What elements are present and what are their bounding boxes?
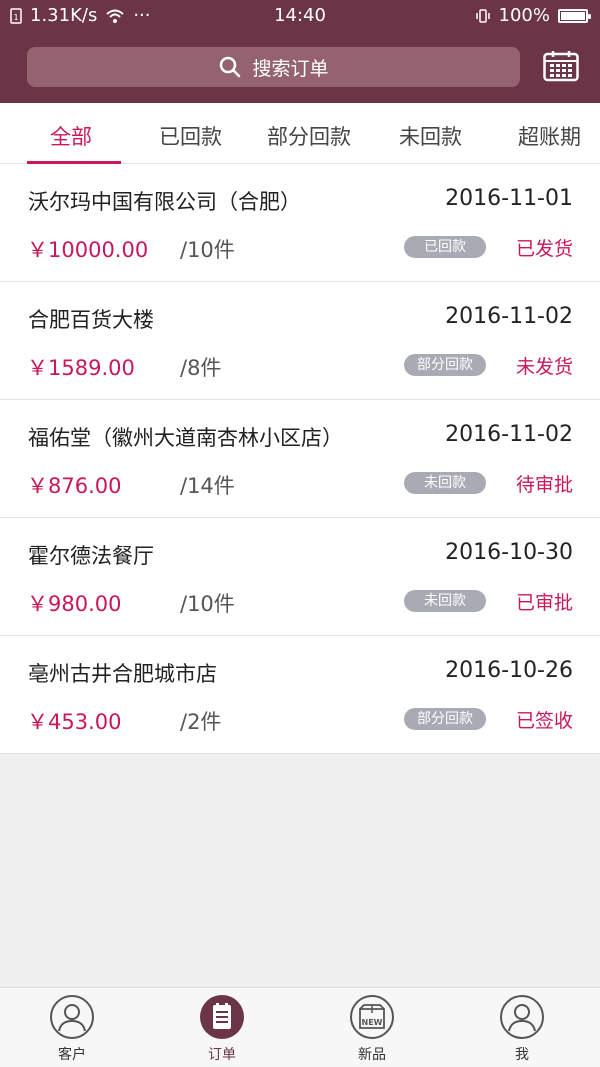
payment-badge: 未回款	[404, 590, 486, 612]
order-icon	[200, 995, 244, 1039]
customer-name: 亳州古井合肥城市店	[28, 662, 217, 686]
order-amount: ￥980.00	[27, 592, 122, 616]
order-amount: ￥453.00	[27, 710, 122, 734]
vibrate-icon	[475, 8, 490, 23]
order-status: 未发货	[515, 356, 573, 378]
order-item[interactable]: 合肥百货大楼 2016-11-02 ￥1589.00 /8件 部分回款 未发货	[0, 282, 600, 400]
tab-all[interactable]: 全部	[50, 121, 92, 151]
order-amount: ￥10000.00	[27, 238, 149, 262]
order-date: 2016-11-02	[445, 304, 573, 329]
tab-paid[interactable]: 已回款	[159, 121, 222, 151]
nav-customer-label: 客户	[58, 1047, 86, 1063]
payment-badge: 部分回款	[404, 354, 486, 376]
status-bar: 1 1.31K/s ··· 14:40 100%	[0, 0, 600, 32]
tab-overdue[interactable]: 超账期	[518, 121, 581, 151]
nav-new-products[interactable]: NEW 新品	[332, 994, 412, 1064]
customer-name: 沃尔玛中国有限公司（合肥）	[28, 190, 301, 214]
order-item[interactable]: 福佑堂（徽州大道南杏林小区店） 2016-11-02 ￥876.00 /14件 …	[0, 400, 600, 518]
tab-partially-paid[interactable]: 部分回款	[267, 121, 351, 151]
order-item[interactable]: 沃尔玛中国有限公司（合肥） 2016-11-01 ￥10000.00 /10件 …	[0, 164, 600, 282]
nav-profile[interactable]: 我	[482, 994, 562, 1064]
order-status: 已签收	[515, 710, 573, 732]
svg-text:NEW: NEW	[362, 1018, 383, 1027]
tab-unpaid[interactable]: 未回款	[399, 121, 462, 151]
payment-badge: 已回款	[404, 236, 486, 258]
order-quantity: /10件	[180, 592, 235, 616]
search-placeholder: 搜索订单	[252, 57, 329, 80]
filter-tabs: 全部 已回款 部分回款 未回款 超账期	[0, 103, 600, 164]
order-date: 2016-10-30	[445, 540, 573, 565]
calendar-icon[interactable]	[543, 50, 579, 82]
order-date: 2016-11-01	[445, 186, 573, 211]
order-status: 已审批	[515, 592, 573, 614]
nav-customer[interactable]: 客户	[32, 994, 112, 1064]
bottom-nav: 客户 订单 NEW 新品 我	[0, 987, 600, 1067]
order-item[interactable]: 亳州古井合肥城市店 2016-10-26 ￥453.00 /2件 部分回款 已签…	[0, 636, 600, 754]
battery-level: 100%	[498, 5, 550, 26]
order-quantity: /8件	[180, 356, 222, 380]
payment-badge: 部分回款	[404, 708, 486, 730]
search-bar[interactable]: 搜索订单	[27, 47, 520, 87]
new-product-icon: NEW	[350, 995, 394, 1039]
order-list: 沃尔玛中国有限公司（合肥） 2016-11-01 ￥10000.00 /10件 …	[0, 164, 600, 754]
order-amount: ￥876.00	[27, 474, 122, 498]
order-item[interactable]: 霍尔德法餐厅 2016-10-30 ￥980.00 /10件 未回款 已审批	[0, 518, 600, 636]
order-date: 2016-11-02	[445, 422, 573, 447]
nav-orders-label: 订单	[208, 1047, 236, 1063]
order-amount: ￥1589.00	[27, 356, 135, 380]
order-quantity: /14件	[180, 474, 235, 498]
customer-icon	[50, 995, 94, 1039]
header: 1 1.31K/s ··· 14:40 100% 搜索订单	[0, 0, 600, 103]
order-quantity: /10件	[180, 238, 235, 262]
customer-name: 霍尔德法餐厅	[28, 544, 154, 568]
order-status: 待审批	[515, 474, 573, 496]
customer-name: 福佑堂（徽州大道南杏林小区店）	[28, 426, 343, 450]
battery-icon	[558, 8, 591, 23]
customer-name: 合肥百货大楼	[28, 308, 154, 332]
payment-badge: 未回款	[404, 472, 486, 494]
search-icon	[220, 56, 241, 78]
order-date: 2016-10-26	[445, 658, 573, 683]
nav-profile-label: 我	[515, 1047, 529, 1063]
order-quantity: /2件	[180, 710, 222, 734]
order-status: 已发货	[515, 238, 573, 260]
nav-new-products-label: 新品	[358, 1047, 386, 1063]
profile-icon	[500, 995, 544, 1039]
nav-orders[interactable]: 订单	[182, 994, 262, 1064]
